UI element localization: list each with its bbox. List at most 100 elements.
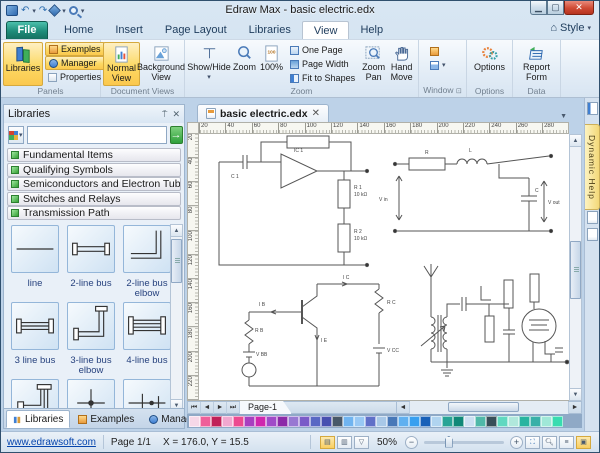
arrange-windows-button[interactable]: ▾ xyxy=(427,58,449,72)
hand-move-button[interactable]: Hand Move xyxy=(387,42,416,86)
palette-swatch[interactable] xyxy=(244,416,255,427)
tab-list-dropdown-icon[interactable]: ▼ xyxy=(560,113,567,120)
tab-view[interactable]: View xyxy=(302,21,350,39)
scroll-right-icon[interactable]: ► xyxy=(568,402,581,414)
page-tab[interactable]: Page-1 xyxy=(240,401,292,414)
first-page-icon[interactable]: ⏮ xyxy=(188,402,201,414)
symbol-2-line-bus-elbow[interactable]: 2-line bus elbow xyxy=(121,225,173,300)
show-hide-button[interactable]: Show/Hide▾ xyxy=(187,42,231,86)
libraries-panel-button[interactable]: Libraries xyxy=(3,42,43,86)
window-dialog-launcher-icon[interactable]: ⊡ xyxy=(456,88,462,95)
zoom-button[interactable]: Zoom xyxy=(231,42,258,86)
library-filter-button[interactable]: ▾ xyxy=(8,126,24,144)
scrollbar-thumb[interactable] xyxy=(570,241,581,299)
library-item[interactable]: Switches and Relays xyxy=(7,192,181,206)
palette-swatch[interactable] xyxy=(288,416,299,427)
tab-insert[interactable]: Insert xyxy=(104,21,154,39)
zoom-pan-button[interactable]: Zoom Pan xyxy=(360,42,387,86)
notebook-icon[interactable] xyxy=(587,102,598,115)
tab-page-layout[interactable]: Page Layout xyxy=(154,21,238,39)
normal-view-button[interactable]: Normal View xyxy=(103,42,140,86)
symbol-2-line-bus[interactable]: 2-line bus xyxy=(65,225,117,300)
document-tab[interactable]: basic electric.edx ✕ xyxy=(197,104,329,122)
search-go-button[interactable]: → xyxy=(170,126,183,144)
palette-swatch[interactable] xyxy=(398,416,409,427)
scroll-down-icon[interactable]: ▼ xyxy=(570,388,581,400)
palette-swatch[interactable] xyxy=(299,416,310,427)
tab-libraries[interactable]: Libraries xyxy=(238,21,302,39)
palette-swatch[interactable] xyxy=(508,416,519,427)
edrawsoft-link[interactable]: www.edrawsoft.com xyxy=(7,437,96,448)
palette-swatch[interactable] xyxy=(321,416,332,427)
palette-swatch[interactable] xyxy=(332,416,343,427)
zoom-region-icon[interactable]: 🔍︎ xyxy=(542,436,557,449)
palette-swatch[interactable] xyxy=(486,416,497,427)
one-page-button[interactable]: One Page xyxy=(287,43,358,57)
pan-window-icon[interactable]: ▣ xyxy=(576,436,591,449)
options-button[interactable]: Options xyxy=(470,42,510,86)
symbol-grid-scrollbar[interactable]: ▲ ▼ xyxy=(170,224,183,409)
palette-swatch[interactable] xyxy=(552,416,563,427)
close-panel-icon[interactable]: ✕ xyxy=(172,109,180,120)
minimize-button[interactable]: ▁ xyxy=(530,1,547,15)
library-item[interactable]: Qualifying Symbols xyxy=(7,163,181,177)
close-document-icon[interactable]: ✕ xyxy=(312,108,320,119)
zoom-out-icon[interactable]: − xyxy=(405,436,418,449)
page-list-icon[interactable]: ≡ xyxy=(559,436,574,449)
palette-swatch[interactable] xyxy=(277,416,288,427)
tab-home[interactable]: Home xyxy=(53,21,104,39)
symbol-line[interactable]: line xyxy=(9,225,61,300)
palette-swatch[interactable] xyxy=(255,416,266,427)
style-button[interactable]: ⌂ Style ▾ xyxy=(550,22,591,34)
palette-swatch[interactable] xyxy=(519,416,530,427)
canvas-horizontal-scrollbar[interactable]: ◄ ► xyxy=(396,401,581,414)
background-view-button[interactable]: Background View xyxy=(140,42,182,86)
palette-swatch[interactable] xyxy=(310,416,321,427)
library-item[interactable]: Transmission Path xyxy=(7,206,181,220)
properties-panel-button[interactable]: Properties xyxy=(45,70,105,84)
panel-tab-examples[interactable]: Examples xyxy=(71,410,141,428)
scrollbar-thumb[interactable] xyxy=(448,402,519,412)
palette-swatch[interactable] xyxy=(189,416,200,427)
palette-swatch[interactable] xyxy=(376,416,387,427)
scroll-left-icon[interactable]: ◄ xyxy=(397,402,410,414)
symbol-4-line-bus[interactable]: 4-line bus xyxy=(121,302,173,377)
library-item[interactable]: Fundamental Items xyxy=(7,148,181,162)
close-button[interactable]: ✕ xyxy=(564,1,594,15)
symbol-junction-2[interactable]: Junction/ xyxy=(121,379,173,409)
next-page-icon[interactable]: ► xyxy=(214,402,227,414)
file-tab[interactable]: File xyxy=(6,21,48,39)
library-item[interactable]: Semiconductors and Electron Tubes xyxy=(7,177,181,191)
view-mode-outline-icon[interactable]: ▥ xyxy=(337,436,352,449)
palette-swatch[interactable] xyxy=(420,416,431,427)
palette-swatch[interactable] xyxy=(497,416,508,427)
new-window-button[interactable] xyxy=(427,44,449,58)
palette-swatch[interactable] xyxy=(442,416,453,427)
palette-swatch[interactable] xyxy=(354,416,365,427)
palette-swatch[interactable] xyxy=(530,416,541,427)
symbol-4-line-bus-elbow[interactable]: 4-line bus xyxy=(9,379,61,409)
last-page-icon[interactable]: ⏭ xyxy=(227,402,240,414)
palette-swatch[interactable] xyxy=(200,416,211,427)
previous-page-icon[interactable]: ◄ xyxy=(201,402,214,414)
panel-tab-libraries[interactable]: Libraries xyxy=(6,410,70,428)
scroll-up-icon[interactable]: ▲ xyxy=(171,225,182,237)
palette-swatch[interactable] xyxy=(211,416,222,427)
palette-swatch[interactable] xyxy=(266,416,277,427)
fit-window-icon[interactable]: ⛶ xyxy=(525,436,540,449)
tab-help[interactable]: Help xyxy=(349,21,394,39)
drawing-page[interactable]: IC 1 C 1 R 110 kΩ R 210 kΩ xyxy=(199,134,569,401)
palette-swatch[interactable] xyxy=(464,416,475,427)
page-icon[interactable] xyxy=(587,211,598,224)
symbol-3-line-bus-elbow[interactable]: 3-line bus elbow xyxy=(65,302,117,377)
page-width-button[interactable]: Page Width xyxy=(287,57,358,71)
library-search-input[interactable] xyxy=(27,126,167,144)
zoom-100-button[interactable]: 100 100% xyxy=(258,42,285,86)
zoom-slider[interactable] xyxy=(424,441,504,444)
palette-swatch[interactable] xyxy=(233,416,244,427)
palette-swatch[interactable] xyxy=(343,416,354,427)
symbol-junction[interactable]: Junction xyxy=(65,379,117,409)
report-form-button[interactable]: Report Form xyxy=(515,42,558,86)
palette-swatch[interactable] xyxy=(387,416,398,427)
page-icon[interactable] xyxy=(587,228,598,241)
